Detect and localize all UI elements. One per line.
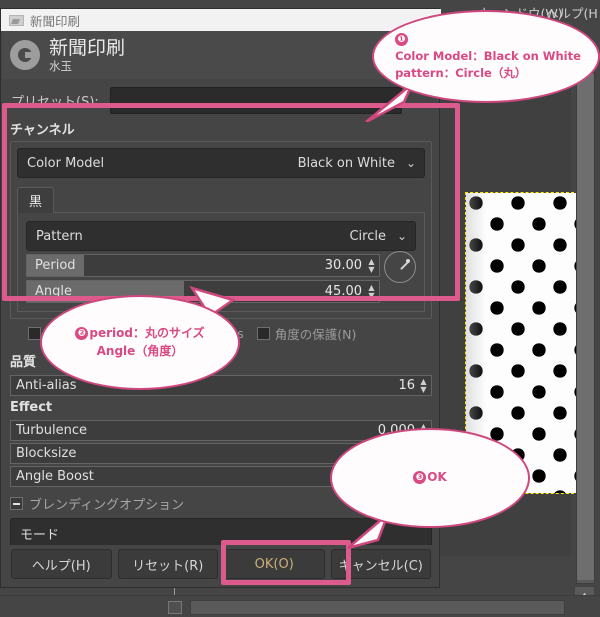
callout-number-1: ❶ xyxy=(395,33,409,47)
angle-dial-icon[interactable] xyxy=(384,251,416,283)
status-message-field xyxy=(190,600,565,615)
antialias-value: 16 xyxy=(398,378,415,393)
collapse-toggle-icon[interactable] xyxy=(10,497,23,510)
callout-bubble-3: ❸ OK xyxy=(330,428,530,528)
help-button[interactable]: ヘルプ(H) xyxy=(11,549,112,579)
pattern-checkbox[interactable] xyxy=(28,327,41,340)
lock-angle-checkbox[interactable] xyxy=(256,327,270,340)
angle-stepper-icon[interactable]: ▲ ▼ xyxy=(366,281,379,302)
callout-2-line1: period：丸のサイズ xyxy=(89,326,205,341)
ok-button[interactable]: OK(O) xyxy=(224,549,325,579)
ok-button-label: OK(O) xyxy=(254,556,294,572)
color-model-value: Black on White xyxy=(297,155,395,171)
lock-angle-checkbox-label: 角度の保護(N) xyxy=(274,327,357,342)
angle-slider-track[interactable] xyxy=(184,281,325,302)
reset-button-label: リセット(R) xyxy=(132,558,204,574)
period-spinner[interactable]: Period 30.00 ▲ ▼ xyxy=(26,254,380,277)
callout-bubble-2: ❷ period：丸のサイズ Angle（角度） xyxy=(40,295,240,390)
gimp-logo-icon xyxy=(10,40,40,70)
preset-row: プリセット(S): ⌄ xyxy=(2,85,440,115)
reset-button[interactable]: リセット(R) xyxy=(117,549,218,579)
effect-section-title: Effect xyxy=(10,400,53,415)
pattern-combo[interactable]: Pattern Circle ⌄ xyxy=(26,221,416,251)
turbulence-label: Turbulence xyxy=(16,423,88,438)
chevron-down-icon: ⌄ xyxy=(396,229,407,243)
dialog-heading: 新聞印刷 xyxy=(49,36,126,59)
callout-bubble-1: ❶ Color Model：Black on White pattern：Cir… xyxy=(372,10,600,103)
dialog-subheading: 水玉 xyxy=(49,58,72,73)
channel-tabstrip: 黒 xyxy=(17,186,425,213)
channel-section-title: チャンネル xyxy=(10,123,75,138)
status-thumbnail xyxy=(168,601,182,614)
period-slider-track[interactable] xyxy=(84,255,325,276)
ruler-tick-mark xyxy=(174,587,175,595)
angle-spinner[interactable]: Angle 45.00 ▲ ▼ xyxy=(26,280,380,303)
help-button-label: ヘルプ(H) xyxy=(31,558,91,574)
chevron-down-icon: ⌄ xyxy=(383,94,394,109)
angle-boost-label: Angle Boost xyxy=(16,469,94,484)
vertical-scrollbar-thumb[interactable] xyxy=(577,74,594,580)
callout-1-line1: Color Model：Black on White xyxy=(395,49,581,64)
mode-combo[interactable]: モード xyxy=(10,518,432,545)
callout-2-line2: Angle（角度） xyxy=(96,343,184,358)
callout-1-line2: pattern：Circle（丸） xyxy=(395,65,527,80)
angle-value: 45.00 xyxy=(324,284,362,299)
blocksize-label: Blocksize xyxy=(16,446,77,461)
dialog-titlebar[interactable]: 新聞印刷 xyxy=(1,9,441,31)
cancel-button[interactable]: キャンセル(C) xyxy=(330,549,431,579)
period-value: 30.00 xyxy=(324,258,362,273)
callout-3-line1: OK xyxy=(427,470,447,485)
period-label: Period xyxy=(27,255,84,276)
preset-combo[interactable]: ⌄ xyxy=(110,86,402,114)
dialog-title: 新聞印刷 xyxy=(30,13,81,29)
plugin-window-icon xyxy=(9,14,24,26)
mode-label: モード xyxy=(20,527,60,543)
pattern-value: Circle xyxy=(349,228,386,244)
color-model-combo[interactable]: Color Model Black on White ⌄ xyxy=(17,148,425,178)
pattern-label: Pattern xyxy=(36,228,83,244)
channel-group: Color Model Black on White ⌄ 黒 Pattern C… xyxy=(10,141,432,319)
callout-number-3: ❸ xyxy=(413,471,427,485)
angle-dial-knob xyxy=(406,259,410,263)
cancel-button-label: キャンセル(C) xyxy=(338,558,423,574)
blending-options-label: ブレンディングオプション xyxy=(29,498,185,513)
antialias-label: Anti-alias xyxy=(16,378,77,393)
tab-black[interactable]: 黒 xyxy=(17,187,55,213)
chevron-down-icon: ⌄ xyxy=(405,156,416,170)
period-stepper-icon[interactable]: ▲ ▼ xyxy=(366,255,379,276)
callout-number-2: ❷ xyxy=(75,327,89,341)
preset-label: プリセット(S): xyxy=(11,94,99,110)
antialias-stepper-icon[interactable]: ▲ ▼ xyxy=(418,376,431,395)
color-model-label: Color Model xyxy=(27,155,105,171)
dialog-button-bar: ヘルプ(H) リセット(R) OK(O) キャンセル(C) xyxy=(2,549,440,579)
channel-tab-pane: Pattern Circle ⌄ Period 30.00 ▲ ▼ Angle … xyxy=(17,213,425,312)
